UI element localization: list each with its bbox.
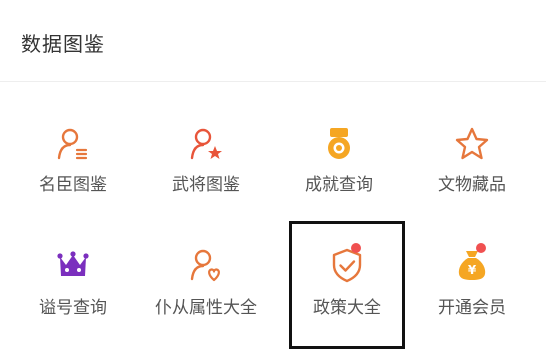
general-person-star-icon xyxy=(186,124,226,164)
data-guide-page: 数据图鉴 名臣图鉴 武将图鉴 成就查询 文物藏品 谥号查询 仆从属性大全 政策大… xyxy=(0,0,546,358)
notification-badge xyxy=(476,243,486,253)
tile-achievement-query[interactable]: 成就查询 xyxy=(279,82,399,202)
tile-label: 武将图鉴 xyxy=(172,175,240,195)
tile-label: 文物藏品 xyxy=(438,175,506,195)
svg-text:¥: ¥ xyxy=(468,263,477,277)
tile-label: 政策大全 xyxy=(313,298,381,318)
notification-badge xyxy=(351,243,361,253)
page-title: 数据图鉴 xyxy=(21,32,105,56)
money-bag-icon: ¥ xyxy=(452,245,492,285)
tile-label: 名臣图鉴 xyxy=(39,175,107,195)
medal-icon xyxy=(319,124,359,164)
tile-label: 成就查询 xyxy=(305,175,373,195)
shield-check-icon xyxy=(327,245,367,285)
tile-relic-collection[interactable]: 文物藏品 xyxy=(412,82,532,202)
tile-label: 谥号查询 xyxy=(39,298,107,318)
tile-label: 开通会员 xyxy=(438,298,506,318)
servant-person-heart-icon xyxy=(186,245,226,285)
tile-policy-encyclopedia[interactable]: 政策大全 xyxy=(287,225,407,345)
minister-person-list-icon xyxy=(53,124,93,164)
header: 数据图鉴 xyxy=(0,0,546,82)
tile-general-guide[interactable]: 武将图鉴 xyxy=(146,82,266,202)
tile-minister-guide[interactable]: 名臣图鉴 xyxy=(13,82,133,202)
tile-label: 仆从属性大全 xyxy=(155,298,257,318)
tile-posthumous-title-query[interactable]: 谥号查询 xyxy=(13,225,133,345)
star-outline-icon xyxy=(452,124,492,164)
tile-servant-attributes[interactable]: 仆从属性大全 xyxy=(146,225,266,345)
crown-icon xyxy=(53,245,93,285)
tile-open-membership[interactable]: ¥ 开通会员 xyxy=(412,225,532,345)
